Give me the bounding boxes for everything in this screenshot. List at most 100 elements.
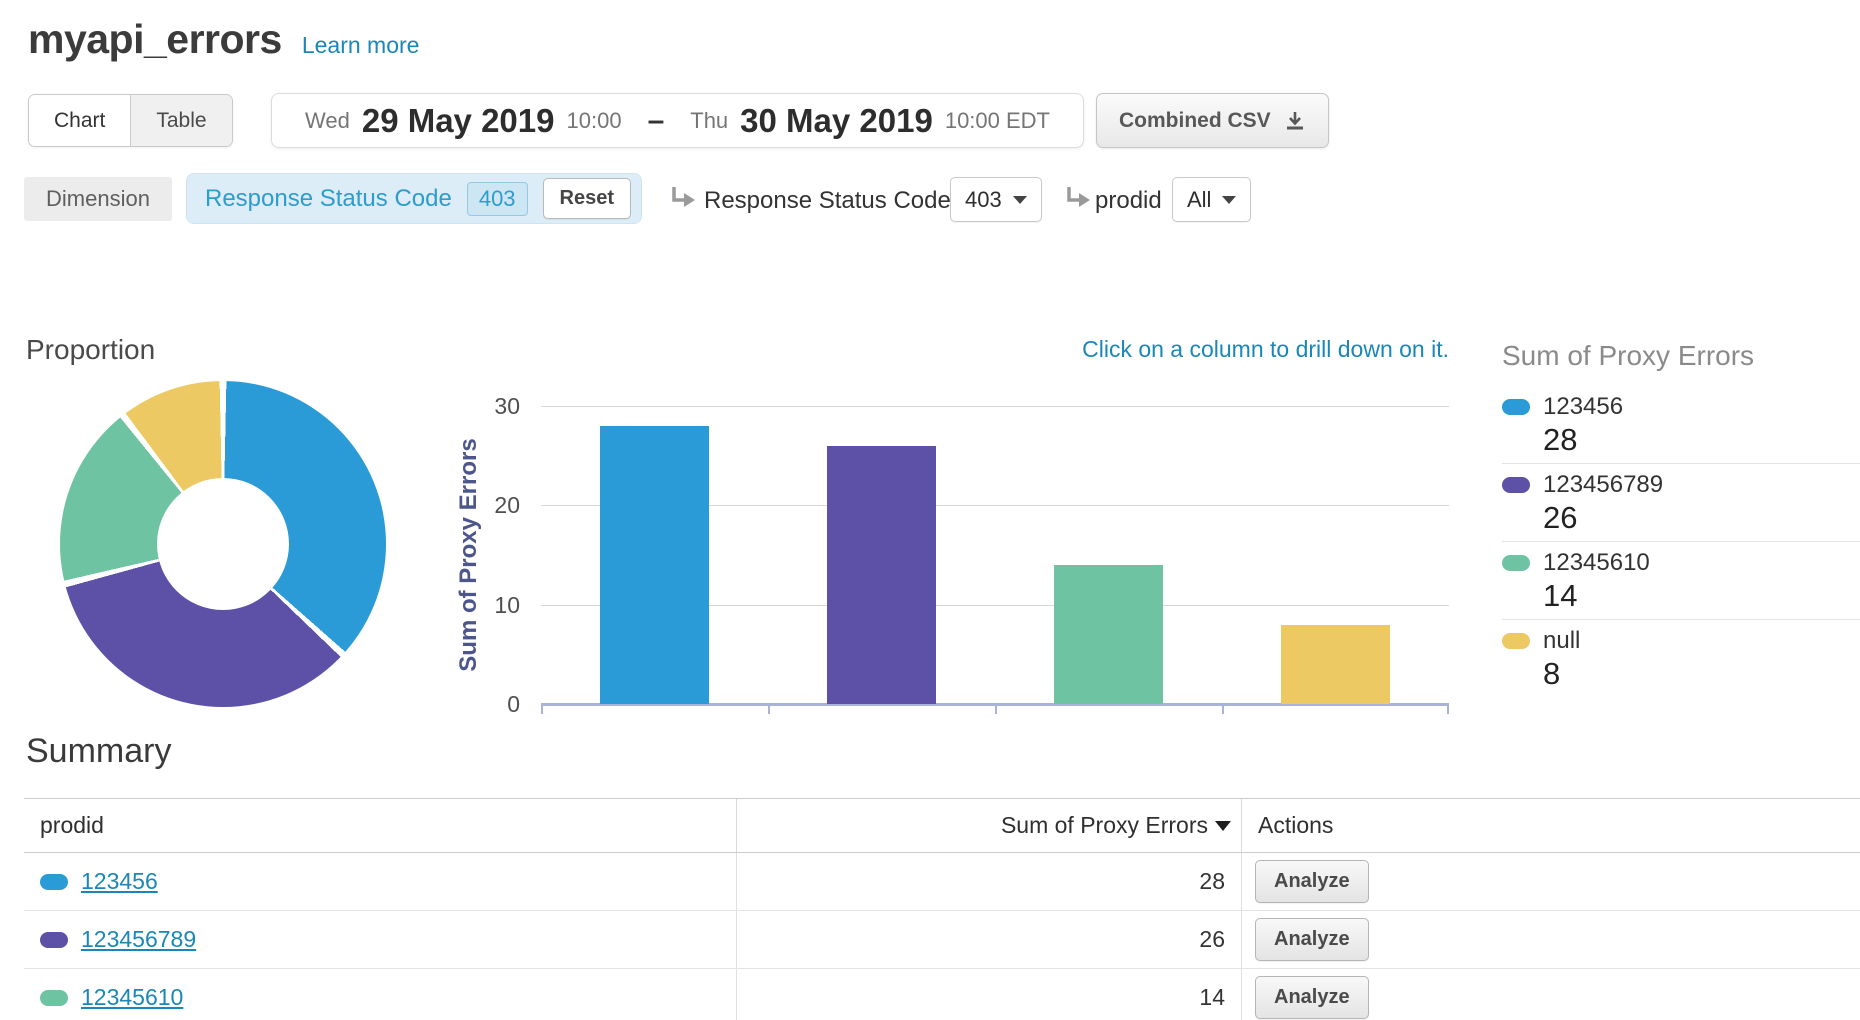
actions-cell: Analyze bbox=[1241, 853, 1860, 910]
legend-color-swatch bbox=[1502, 399, 1530, 415]
actions-cell: Analyze bbox=[1241, 969, 1860, 1020]
bar-null[interactable] bbox=[1281, 625, 1390, 704]
date-range-separator: – bbox=[648, 104, 665, 138]
actions-cell: Analyze bbox=[1241, 911, 1860, 968]
analyze-button[interactable]: Analyze bbox=[1255, 860, 1369, 903]
chevron-down-icon bbox=[1222, 196, 1236, 204]
filter-value-badge: 403 bbox=[467, 182, 528, 216]
table-body: 123456 28 Analyze 123456789 26 Analyze 1… bbox=[24, 853, 1860, 1020]
view-toggle: Chart Table bbox=[28, 94, 233, 147]
legend-color-swatch bbox=[1502, 633, 1530, 649]
chevron-down-icon bbox=[1013, 196, 1027, 204]
prodid-cell: 123456 bbox=[24, 853, 736, 910]
csv-button-label: Combined CSV bbox=[1119, 109, 1271, 133]
date-range-picker[interactable]: Wed 29 May 2019 10:00 – Thu 30 May 2019 … bbox=[271, 93, 1084, 148]
value-cell: 26 bbox=[736, 911, 1241, 968]
proportion-donut bbox=[60, 381, 386, 707]
bar-12345610[interactable] bbox=[1054, 565, 1163, 704]
x-axis-tick bbox=[768, 706, 770, 714]
legend-label: 123456789 bbox=[1543, 471, 1663, 498]
legend-value: 8 bbox=[1543, 657, 1860, 690]
drilldown-name-prodid: prodid bbox=[1095, 183, 1162, 219]
y-tick-label: 20 bbox=[430, 491, 520, 519]
bar-plot: 0102030 bbox=[541, 406, 1449, 704]
legend-value: 26 bbox=[1543, 501, 1860, 534]
analyze-button[interactable]: Analyze bbox=[1255, 976, 1369, 1019]
x-axis-tick bbox=[995, 706, 997, 714]
summary-title: Summary bbox=[26, 732, 171, 771]
table-header: prodid Sum of Proxy Errors Actions bbox=[24, 798, 1860, 853]
chart-legend: Sum of Proxy Errors 123456 28 123456789 … bbox=[1502, 340, 1860, 697]
end-time: 10:00 EDT bbox=[945, 108, 1050, 134]
summary-table: prodid Sum of Proxy Errors Actions 12345… bbox=[24, 798, 1860, 1020]
legend-label: 123456 bbox=[1543, 393, 1623, 420]
legend-entries: 123456 28 123456789 26 12345610 14 null … bbox=[1502, 386, 1860, 697]
legend-value: 14 bbox=[1543, 579, 1860, 612]
prodid-cell: 12345610 bbox=[24, 969, 736, 1020]
drilldown-name-status-code: Response Status Code bbox=[704, 183, 951, 219]
analyze-button[interactable]: Analyze bbox=[1255, 918, 1369, 961]
proportion-chart-title: Proportion bbox=[26, 334, 155, 366]
legend-label: 12345610 bbox=[1543, 549, 1650, 576]
value-cell: 14 bbox=[736, 969, 1241, 1020]
prodid-link[interactable]: 123456 bbox=[81, 868, 158, 895]
status-code-dropdown-value: 403 bbox=[965, 187, 1002, 213]
end-date: 30 May 2019 bbox=[740, 102, 933, 140]
column-header-actions: Actions bbox=[1241, 799, 1860, 852]
status-code-dropdown[interactable]: 403 bbox=[950, 177, 1042, 222]
prodid-dropdown-value: All bbox=[1187, 187, 1211, 213]
filter-name: Response Status Code bbox=[205, 185, 452, 213]
legend-color-swatch bbox=[1502, 477, 1530, 493]
drilldown-hint: Click on a column to drill down on it. bbox=[1082, 336, 1449, 363]
sort-desc-icon bbox=[1215, 821, 1231, 831]
series-color-swatch bbox=[40, 932, 68, 948]
y-axis-label: Sum of Proxy Errors bbox=[455, 438, 483, 671]
column-header-sum-label: Sum of Proxy Errors bbox=[1001, 812, 1208, 839]
drilldown-arrow-icon bbox=[1063, 184, 1093, 212]
y-tick-label: 0 bbox=[430, 690, 520, 718]
prodid-link[interactable]: 123456789 bbox=[81, 926, 196, 953]
drilldown-arrow-icon bbox=[668, 184, 698, 212]
legend-value: 28 bbox=[1543, 423, 1860, 456]
series-color-swatch bbox=[40, 874, 68, 890]
legend-entry: 123456 28 bbox=[1502, 386, 1860, 464]
value-cell: 28 bbox=[736, 853, 1241, 910]
column-header-prodid: prodid bbox=[24, 799, 736, 852]
prodid-cell: 123456789 bbox=[24, 911, 736, 968]
x-axis-tick bbox=[1447, 706, 1449, 714]
page-title: myapi_errors bbox=[28, 16, 282, 63]
legend-color-swatch bbox=[1502, 555, 1530, 571]
x-axis-tick bbox=[1222, 706, 1224, 714]
start-date: 29 May 2019 bbox=[362, 102, 555, 140]
page-header: myapi_errors Learn more bbox=[28, 16, 419, 63]
learn-more-link[interactable]: Learn more bbox=[302, 32, 420, 59]
reset-filter-button[interactable]: Reset bbox=[543, 178, 631, 219]
end-day: Thu bbox=[690, 108, 728, 134]
combined-csv-button[interactable]: Combined CSV bbox=[1096, 93, 1329, 148]
tab-chart[interactable]: Chart bbox=[29, 95, 130, 146]
bar-123456789[interactable] bbox=[827, 446, 936, 704]
x-axis-tick bbox=[541, 706, 543, 714]
y-tick-label: 30 bbox=[430, 392, 520, 420]
table-row: 12345610 14 Analyze bbox=[24, 969, 1860, 1020]
table-row: 123456789 26 Analyze bbox=[24, 911, 1860, 969]
gridline bbox=[541, 406, 1449, 407]
start-day: Wed bbox=[305, 108, 350, 134]
prodid-dropdown[interactable]: All bbox=[1172, 177, 1251, 222]
download-icon bbox=[1284, 110, 1306, 132]
y-tick-label: 10 bbox=[430, 591, 520, 619]
prodid-link[interactable]: 12345610 bbox=[81, 984, 183, 1011]
series-color-swatch bbox=[40, 990, 68, 1006]
legend-entry: 12345610 14 bbox=[1502, 542, 1860, 620]
legend-title: Sum of Proxy Errors bbox=[1502, 340, 1860, 372]
report-page: myapi_errors Learn more Chart Table Wed … bbox=[0, 0, 1860, 1020]
column-header-sum[interactable]: Sum of Proxy Errors bbox=[736, 799, 1241, 852]
start-time: 10:00 bbox=[567, 108, 622, 134]
tab-table[interactable]: Table bbox=[130, 95, 231, 146]
table-row: 123456 28 Analyze bbox=[24, 853, 1860, 911]
legend-entry: null 8 bbox=[1502, 620, 1860, 697]
active-filter-chip: Response Status Code 403 Reset bbox=[186, 173, 642, 224]
bar-123456[interactable] bbox=[600, 426, 709, 704]
dimension-label: Dimension bbox=[24, 177, 172, 221]
legend-label: null bbox=[1543, 627, 1580, 654]
